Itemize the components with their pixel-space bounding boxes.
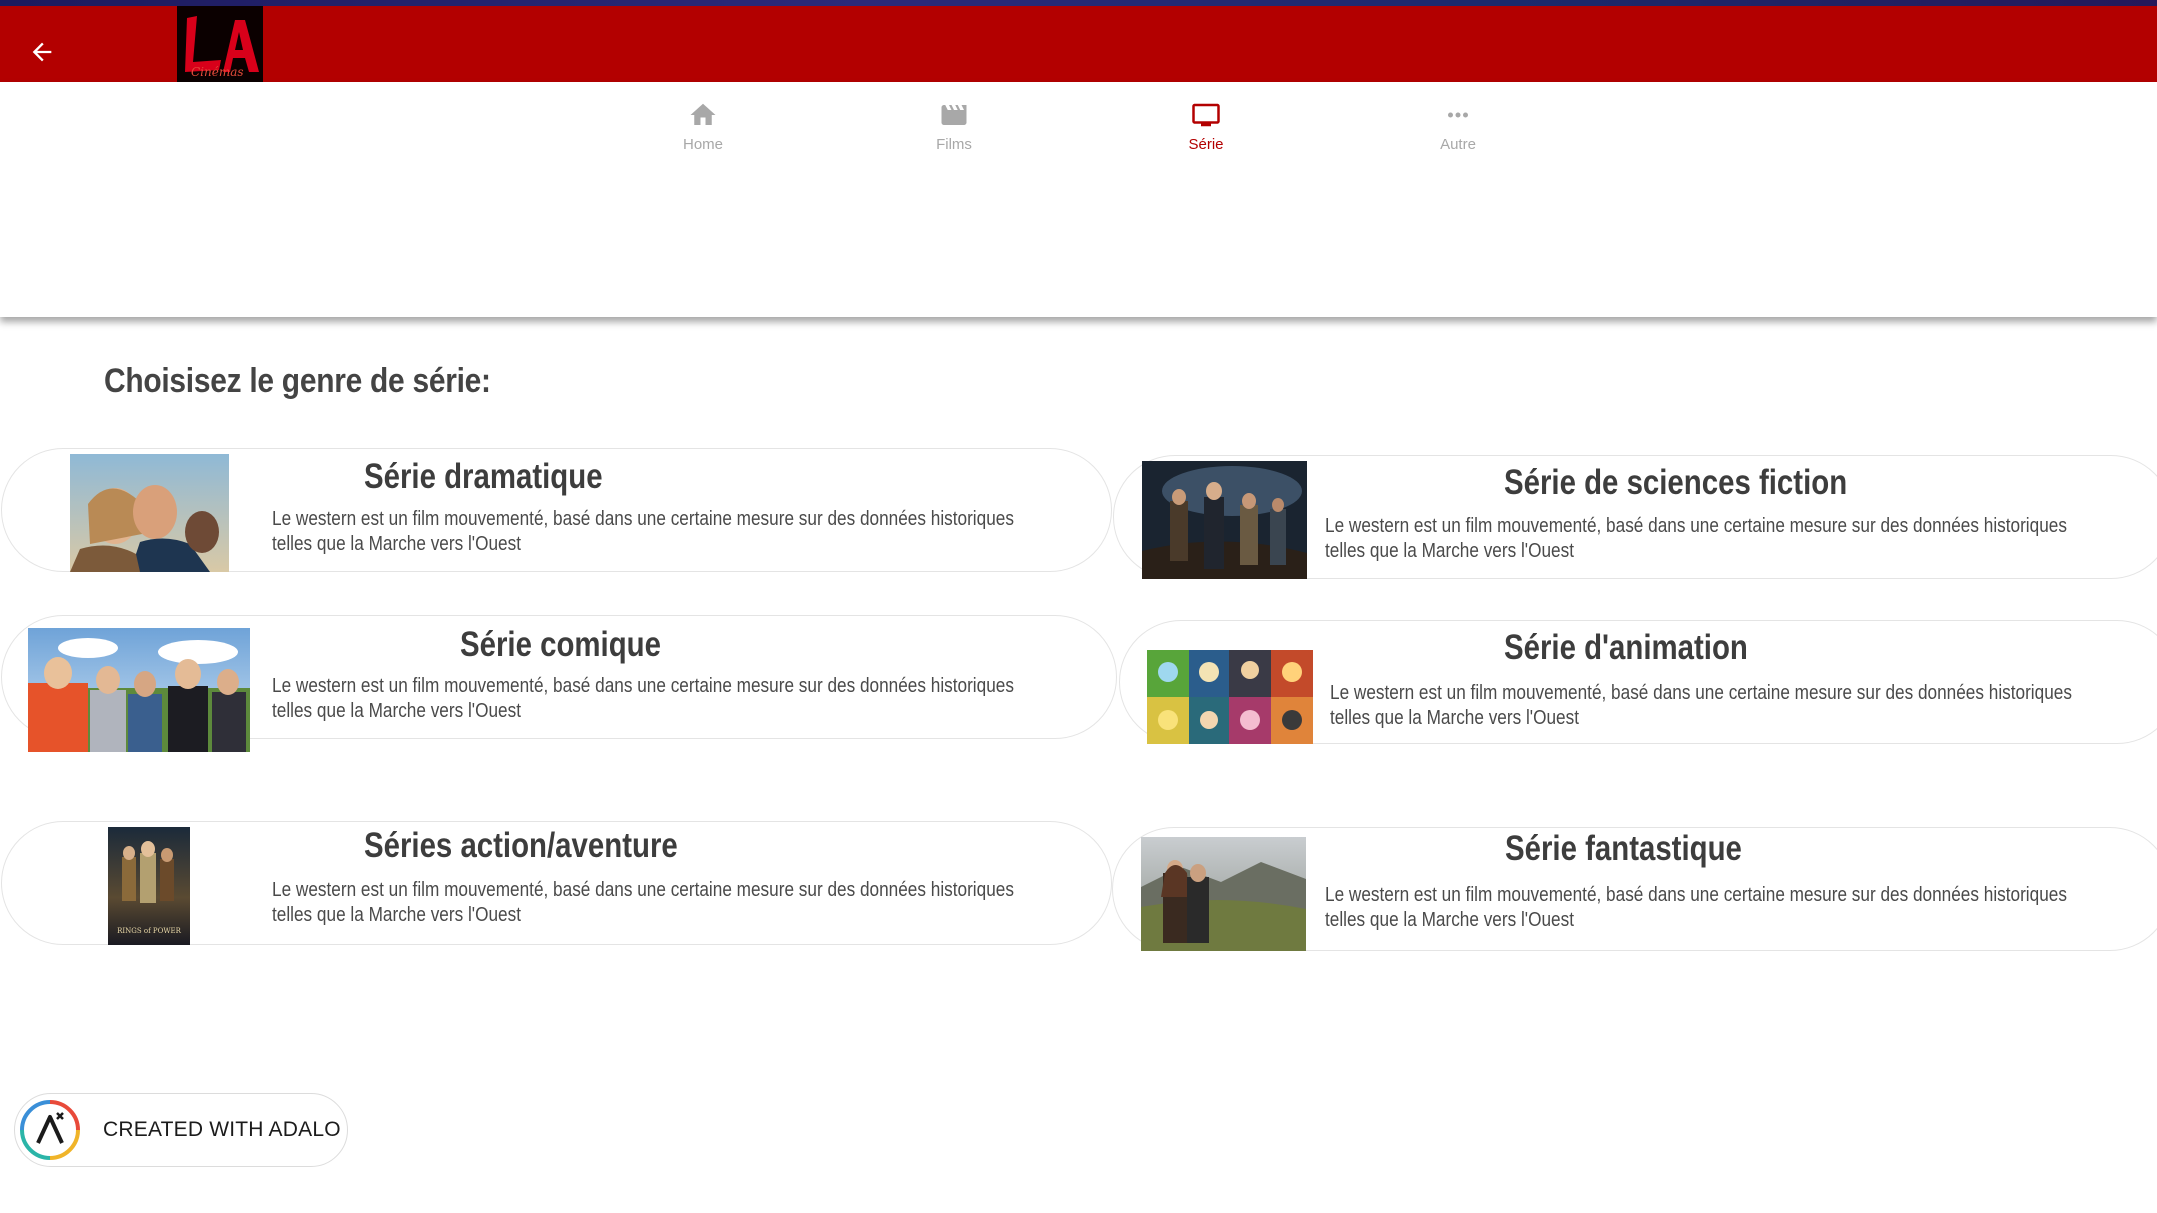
genre-description: Le western est un film mouvementé, basé …: [1325, 884, 2067, 931]
tab-films[interactable]: Films: [884, 100, 1024, 160]
genre-thumbnail: [70, 454, 229, 572]
tab-home-label: Home: [682, 136, 723, 153]
genre-card-action-aventure[interactable]: RINGS of POWER Séries action/aventure Le…: [1, 821, 1112, 945]
app-header: [0, 6, 2157, 82]
genre-card-animation[interactable]: Série d'animation Le western est un film…: [1119, 620, 2157, 744]
more-horizontal-icon: [1448, 112, 1468, 118]
genre-thumbnail: [1141, 837, 1306, 951]
svg-text:RINGS of POWER: RINGS of POWER: [117, 927, 182, 935]
bottom-navigation: Home Films Série Autre: [0, 82, 2157, 317]
tab-autre-label: Autre: [1440, 136, 1476, 153]
genre-card-dramatique[interactable]: Série dramatique Le western est un film …: [1, 448, 1112, 572]
tab-home[interactable]: Home: [633, 100, 773, 160]
home-icon: [690, 103, 716, 125]
genre-title: Séries action/aventure: [364, 826, 678, 865]
genre-thumbnail: RINGS of POWER: [108, 827, 190, 945]
genre-title: Série dramatique: [364, 457, 603, 496]
genre-card-fantastique[interactable]: Série fantastique Le western est un film…: [1112, 827, 2157, 951]
tab-autre[interactable]: Autre: [1388, 100, 1528, 160]
tab-films-label: Films: [936, 136, 972, 153]
genre-description: Le western est un film mouvementé, basé …: [1330, 682, 2072, 729]
brand-logo: Cinémas: [177, 6, 263, 82]
genre-description: Le western est un film mouvementé, basé …: [272, 508, 1014, 555]
page-title: Choisisez le genre de série:: [104, 362, 491, 400]
genre-thumbnail: [1147, 650, 1313, 744]
genre-description: Le western est un film mouvementé, basé …: [272, 675, 1014, 722]
genre-title: Série d'animation: [1504, 628, 1748, 667]
arrow-left-icon: [32, 42, 52, 62]
genre-title: Série fantastique: [1505, 829, 1742, 868]
genre-title: Série de sciences fiction: [1504, 463, 1848, 502]
genre-thumbnail: [1142, 461, 1307, 579]
tab-serie[interactable]: Série: [1136, 100, 1276, 160]
genre-thumbnail: [28, 628, 250, 752]
genre-description: Le western est un film mouvementé, basé …: [272, 879, 1014, 926]
tv-icon: [1192, 103, 1220, 127]
svg-text:Cinémas: Cinémas: [191, 65, 244, 79]
badge-label: CREATED WITH ADALO: [103, 1118, 341, 1141]
genre-title: Série comique: [460, 625, 661, 664]
back-button[interactable]: [24, 34, 60, 70]
genre-description: Le western est un film mouvementé, basé …: [1325, 515, 2067, 562]
created-with-adalo-badge[interactable]: CREATED WITH ADALO: [14, 1093, 348, 1167]
clapperboard-icon: [941, 105, 967, 125]
genre-card-sciences-fiction[interactable]: Série de sciences fiction Le western est…: [1113, 455, 2157, 579]
adalo-logo-icon: [20, 1100, 80, 1160]
genre-card-comique[interactable]: Série comique Le western est un film mou…: [1, 615, 1117, 752]
tab-serie-label: Série: [1188, 136, 1224, 153]
